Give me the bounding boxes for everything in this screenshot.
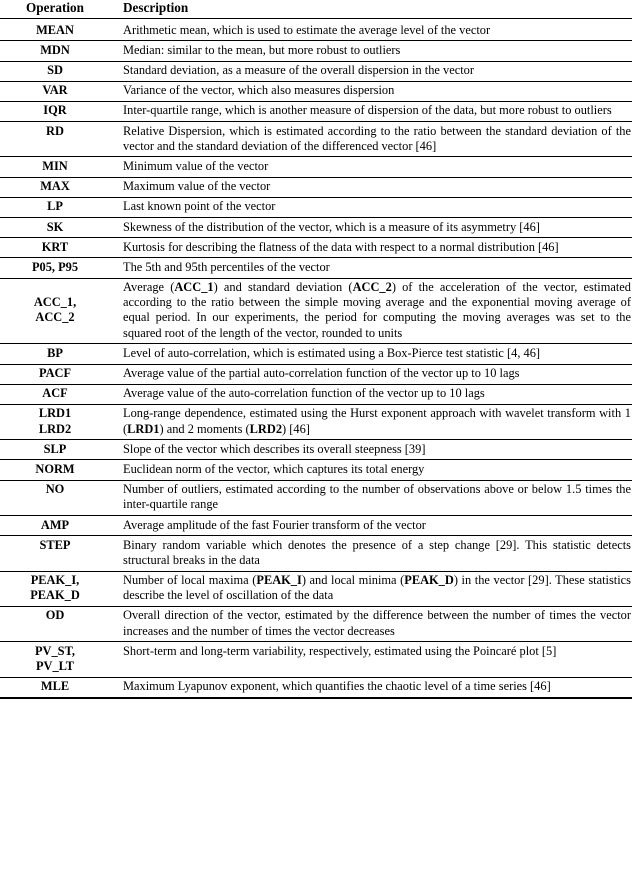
description-cell: Euclidean norm of the vector, which capt… xyxy=(110,459,632,481)
operation-cell: ACF xyxy=(0,383,110,405)
operation-cell: MLE xyxy=(0,676,110,699)
table-row: P05, P95 The 5th and 95th percentiles of … xyxy=(0,257,632,279)
column-header-description: Description xyxy=(123,0,189,15)
description-cell: Maximum Lyapunov exponent, which quantif… xyxy=(110,676,632,699)
description-cell: Average value of the partial auto-correl… xyxy=(110,363,632,385)
operation-cell: BP xyxy=(0,343,110,365)
operation-cell: PEAK_I, PEAK_D xyxy=(0,570,110,607)
table-row: AMP Average amplitude of the fast Fourier… xyxy=(0,515,632,536)
description-cell: Long-range dependence, estimated using t… xyxy=(110,403,632,440)
description-cell: Maximum value of the vector xyxy=(110,176,632,198)
description-cell: Overall direction of the vector, estimat… xyxy=(110,605,632,642)
table-row: BP Level of auto-correlation, which is es… xyxy=(0,343,632,365)
operation-cell: PV_ST, PV_LT xyxy=(0,641,110,678)
operation-cell: STEP xyxy=(0,535,110,572)
operation-cell: IQR xyxy=(0,100,110,122)
operation-cell: MEAN xyxy=(36,22,74,37)
table-row: PACF Average value of the partial auto-co… xyxy=(0,363,632,385)
table-header: Operation Description xyxy=(0,0,632,22)
table-row: ACF Average value of the auto-correlation… xyxy=(0,383,632,405)
description-cell: Number of local maxima (PEAK_I) and loca… xyxy=(110,570,632,607)
operation-cell: RD xyxy=(0,121,110,157)
table-row: SD Standard deviation, as a measure of th… xyxy=(0,60,632,82)
column-header-operation: Operation xyxy=(26,0,84,15)
table-row: PEAK_I, PEAK_D Number of local maxima (PE… xyxy=(0,570,632,607)
description-cell: Last known point of the vector xyxy=(110,196,632,218)
table-row: MDN Median: similar to the mean, but more… xyxy=(0,40,632,62)
table-row: NO Number of outliers, estimated accordin… xyxy=(0,479,632,516)
operation-cell: KRT xyxy=(0,237,110,258)
description-cell: Median: similar to the mean, but more ro… xyxy=(110,40,632,62)
operation-cell: AMP xyxy=(0,515,110,536)
statistics-operations-table-container: Operation Description MEAN Arithmetic mea… xyxy=(0,0,632,699)
table-row: MLE Maximum Lyapunov exponent, which quan… xyxy=(0,676,632,699)
table-row: IQR Inter-quartile range, which is anothe… xyxy=(0,100,632,122)
operation-cell: LP xyxy=(0,196,110,218)
operation-cell: NO xyxy=(0,479,110,516)
table-row: STEP Binary random variable which denotes… xyxy=(0,535,632,572)
inline-operation-name: PEAK_I xyxy=(256,573,302,588)
table-row: MEAN Arithmetic mean, which is used to es… xyxy=(0,21,632,41)
operation-cell: VAR xyxy=(0,80,110,102)
operation-cell: MIN xyxy=(0,156,110,178)
table-row: LRD1 LRD2 Long-range dependence, estimate… xyxy=(0,403,632,440)
operation-cell: SK xyxy=(0,217,110,238)
description-cell: Skewness of the distribution of the vect… xyxy=(110,217,632,238)
description-cell: Slope of the vector which describes its … xyxy=(110,439,632,460)
table-row: LP Last known point of the vector xyxy=(0,196,632,218)
operation-cell: MAX xyxy=(0,176,110,198)
description-cell: Standard deviation, as a measure of the … xyxy=(110,60,632,82)
operation-cell: SLP xyxy=(0,439,110,460)
table-body: MEAN Arithmetic mean, which is used to es… xyxy=(0,21,632,699)
description-cell: Relative Dispersion, which is estimated … xyxy=(110,121,632,157)
operation-cell: LRD1 LRD2 xyxy=(0,403,110,440)
operation-cell: NORM xyxy=(0,459,110,481)
table-row: ACC_1, ACC_2 Average (ACC_1) and standard… xyxy=(0,277,632,344)
operation-cell: ACC_1, ACC_2 xyxy=(0,277,110,344)
table-row: MAX Maximum value of the vector xyxy=(0,176,632,198)
operation-cell: PACF xyxy=(0,363,110,385)
inline-operation-name: ACC_1 xyxy=(174,280,214,295)
table-header-row: Operation Description xyxy=(0,0,632,19)
table-row: SK Skewness of the distribution of the ve… xyxy=(0,217,632,238)
description-cell: Inter-quartile range, which is another m… xyxy=(110,100,632,122)
description-cell: The 5th and 95th percentiles of the vect… xyxy=(110,257,632,279)
table-row: KRT Kurtosis for describing the flatness … xyxy=(0,237,632,258)
operation-cell: OD xyxy=(0,605,110,642)
description-cell: Binary random variable which denotes the… xyxy=(110,535,632,572)
description-cell: Variance of the vector, which also measu… xyxy=(110,80,632,102)
table-row: SLP Slope of the vector which describes i… xyxy=(0,439,632,460)
description-cell: Short-term and long-term variability, re… xyxy=(110,641,632,678)
operation-cell: MDN xyxy=(0,40,110,62)
table-row: RD Relative Dispersion, which is estimate… xyxy=(0,121,632,157)
description-cell: Kurtosis for describing the flatness of … xyxy=(110,237,632,258)
table-row: PV_ST, PV_LT Short-term and long-term var… xyxy=(0,641,632,678)
description-cell: Number of outliers, estimated according … xyxy=(110,479,632,516)
description-cell: Arithmetic mean, which is used to estima… xyxy=(123,22,491,37)
table-row: MIN Minimum value of the vector xyxy=(0,156,632,178)
description-cell: Average (ACC_1) and standard deviation (… xyxy=(110,277,632,344)
inline-operation-name: LRD1 xyxy=(127,421,160,436)
inline-operation-name: PEAK_D xyxy=(404,573,454,588)
inline-operation-name: LRD2 xyxy=(249,421,283,436)
table-row: OD Overall direction of the vector, estim… xyxy=(0,605,632,642)
description-cell: Average value of the auto-correlation fu… xyxy=(110,383,632,405)
statistics-operations-table: Operation Description MEAN Arithmetic mea… xyxy=(0,0,632,699)
operation-cell: SD xyxy=(0,60,110,82)
description-cell: Minimum value of the vector xyxy=(110,156,632,178)
description-cell: Average amplitude of the fast Fourier tr… xyxy=(110,515,632,536)
inline-operation-name: ACC_2 xyxy=(352,280,392,295)
description-cell: Level of auto-correlation, which is esti… xyxy=(110,343,632,365)
table-row: NORM Euclidean norm of the vector, which … xyxy=(0,459,632,481)
operation-cell: P05, P95 xyxy=(0,257,110,279)
table-row: VAR Variance of the vector, which also me… xyxy=(0,80,632,102)
